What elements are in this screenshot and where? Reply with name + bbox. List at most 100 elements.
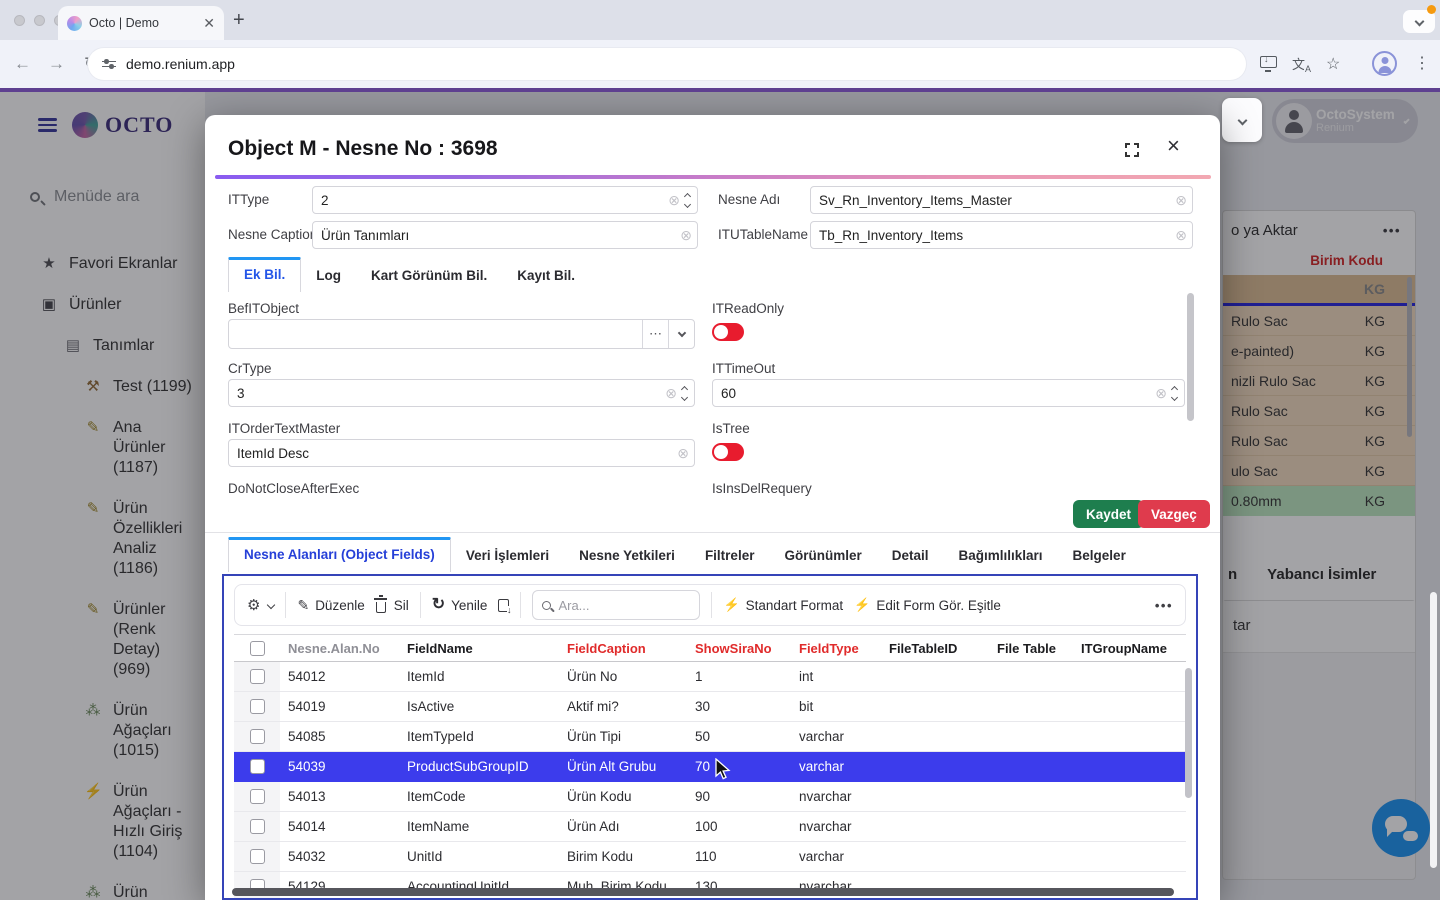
dropdown-button[interactable] <box>668 320 694 348</box>
cancel-button[interactable]: Vazgeç <box>1138 500 1210 528</box>
ittimeout-value[interactable] <box>713 386 1155 401</box>
row-checkbox[interactable] <box>250 729 265 744</box>
browser-tab[interactable]: Octo | Demo ✕ <box>58 6 224 40</box>
ittype-input[interactable]: ⊗ <box>312 186 698 214</box>
back-button[interactable]: ← <box>14 53 31 75</box>
tab[interactable]: Filtreler <box>690 539 770 572</box>
nesne-caption-input[interactable]: ⊗ <box>312 221 698 249</box>
tab[interactable]: Nesne Alanları (Object Fields) <box>228 537 451 572</box>
grid-search[interactable] <box>532 590 700 620</box>
tab[interactable]: Detail <box>877 539 944 572</box>
ittimeout-input[interactable]: ⊗ <box>712 379 1185 407</box>
itordertextmaster-value[interactable] <box>229 446 677 461</box>
nesne-caption-value[interactable] <box>313 228 680 243</box>
tab[interactable]: Log <box>301 259 356 292</box>
standard-format-button[interactable]: ⚡ Standart Format <box>723 597 843 613</box>
field-label-ittimeout: ITTimeOut <box>712 361 775 376</box>
table-row[interactable]: 54013 ItemCode Ürün Kodu 90 nvarchar <box>234 782 1186 812</box>
grid-search-input[interactable] <box>558 598 690 613</box>
tab[interactable]: Ek Bil. <box>228 257 301 292</box>
delete-button[interactable]: Sil <box>376 598 409 613</box>
close-window-button[interactable] <box>14 15 25 26</box>
table-row[interactable]: 54032 UnitId Birim Kodu 110 varchar <box>234 842 1186 872</box>
tab[interactable]: Kart Görünüm Bil. <box>356 259 502 292</box>
edit-form-sync-button[interactable]: ⚡ Edit Form Gör. Eşitle <box>854 597 1001 613</box>
browser-menu-icon[interactable]: ⋮ <box>1414 53 1430 73</box>
itordertextmaster-input[interactable]: ⊗ <box>228 439 695 467</box>
tab[interactable]: Görünümler <box>769 539 876 572</box>
clear-icon[interactable]: ⊗ <box>1175 227 1187 244</box>
crtype-value[interactable] <box>229 386 665 401</box>
tab[interactable]: Bağımlılıkları <box>944 539 1058 572</box>
column-header[interactable]: File Table <box>989 641 1073 656</box>
number-spinner[interactable] <box>1172 387 1177 400</box>
column-header[interactable]: FieldType <box>791 641 881 656</box>
istree-toggle[interactable] <box>712 443 744 461</box>
export-button[interactable] <box>498 599 509 612</box>
row-checkbox[interactable] <box>250 699 265 714</box>
clear-icon[interactable]: ⊗ <box>1155 385 1167 402</box>
edit-button[interactable]: ✎ Düzenle <box>297 597 364 614</box>
form-scrollbar-thumb[interactable] <box>1187 293 1194 421</box>
row-checkbox[interactable] <box>250 789 265 804</box>
page-scrollbar-thumb[interactable] <box>1430 592 1437 868</box>
column-header[interactable]: FileTableID <box>881 641 989 656</box>
number-spinner[interactable] <box>685 194 690 207</box>
collapsed-dropdown-button[interactable] <box>1222 98 1262 142</box>
itreadonly-toggle[interactable] <box>712 323 744 341</box>
row-checkbox[interactable] <box>250 759 265 774</box>
ellipsis-button[interactable]: ⋯ <box>642 320 668 348</box>
crtype-input[interactable]: ⊗ <box>228 379 695 407</box>
clear-icon[interactable]: ⊗ <box>677 445 689 462</box>
clear-icon[interactable]: ⊗ <box>665 385 677 402</box>
row-checkbox[interactable] <box>250 849 265 864</box>
clear-icon[interactable]: ⊗ <box>668 192 680 209</box>
column-header[interactable]: FieldCaption <box>559 641 687 656</box>
row-checkbox[interactable] <box>250 669 265 684</box>
befitobject-value[interactable] <box>229 327 642 342</box>
table-row[interactable]: 54039 ProductSubGroupID Ürün Alt Grubu 7… <box>234 752 1186 782</box>
new-tab-button[interactable]: + <box>233 9 245 32</box>
ittype-value[interactable] <box>313 193 668 208</box>
checkbox[interactable] <box>250 641 265 656</box>
itutablename-input[interactable]: ⊗ <box>810 221 1193 249</box>
tab[interactable]: Belgeler <box>1058 539 1141 572</box>
site-settings-icon[interactable] <box>102 58 116 71</box>
nesne-adi-value[interactable] <box>811 193 1175 208</box>
row-checkbox[interactable] <box>250 819 265 834</box>
number-spinner[interactable] <box>682 387 687 400</box>
table-row[interactable]: 54012 ItemId Ürün No 1 int <box>234 662 1186 692</box>
tab[interactable]: Veri İşlemleri <box>451 539 564 572</box>
install-app-icon[interactable] <box>1260 56 1277 68</box>
grid-horizontal-scrollbar[interactable] <box>232 888 1174 896</box>
grid-overflow-menu[interactable]: ••• <box>1155 598 1173 613</box>
minimize-window-button[interactable] <box>34 15 45 26</box>
close-icon[interactable]: × <box>1167 135 1180 157</box>
refresh-button[interactable]: ↻ Yenile <box>432 597 488 613</box>
tab[interactable]: Kayıt Bil. <box>502 259 590 292</box>
table-row[interactable]: 54085 ItemTypeId Ürün Tipi 50 varchar <box>234 722 1186 752</box>
save-button[interactable]: Kaydet <box>1073 500 1144 528</box>
address-bar[interactable]: demo.renium.app <box>88 48 1246 80</box>
grid-vertical-scrollbar[interactable] <box>1185 668 1192 798</box>
column-header[interactable]: FieldName <box>399 641 559 656</box>
forward-button[interactable]: → <box>48 53 65 75</box>
itutablename-value[interactable] <box>811 228 1175 243</box>
clear-icon[interactable]: ⊗ <box>680 227 692 244</box>
select-all-cell[interactable] <box>234 635 280 661</box>
column-header[interactable]: Nesne.Alan.No <box>280 641 399 656</box>
translate-icon[interactable] <box>1292 54 1310 72</box>
clear-icon[interactable]: ⊗ <box>1175 192 1187 209</box>
browser-profile-avatar[interactable] <box>1372 51 1397 76</box>
grid-settings-button[interactable]: ⚙ <box>247 596 274 614</box>
expand-icon[interactable] <box>1125 143 1139 157</box>
nesne-adi-input[interactable]: ⊗ <box>810 186 1193 214</box>
column-header[interactable]: ITGroupName <box>1073 641 1186 656</box>
bookmark-star-icon[interactable]: ☆ <box>1326 54 1340 74</box>
column-header[interactable]: ShowSiraNo <box>687 641 791 656</box>
befitobject-combo[interactable]: ⋯ <box>228 319 695 349</box>
tab-close-icon[interactable]: ✕ <box>203 16 215 30</box>
table-row[interactable]: 54019 IsActive Aktif mi? 30 bit <box>234 692 1186 722</box>
table-row[interactable]: 54014 ItemName Ürün Adı 100 nvarchar <box>234 812 1186 842</box>
tab[interactable]: Nesne Yetkileri <box>564 539 690 572</box>
